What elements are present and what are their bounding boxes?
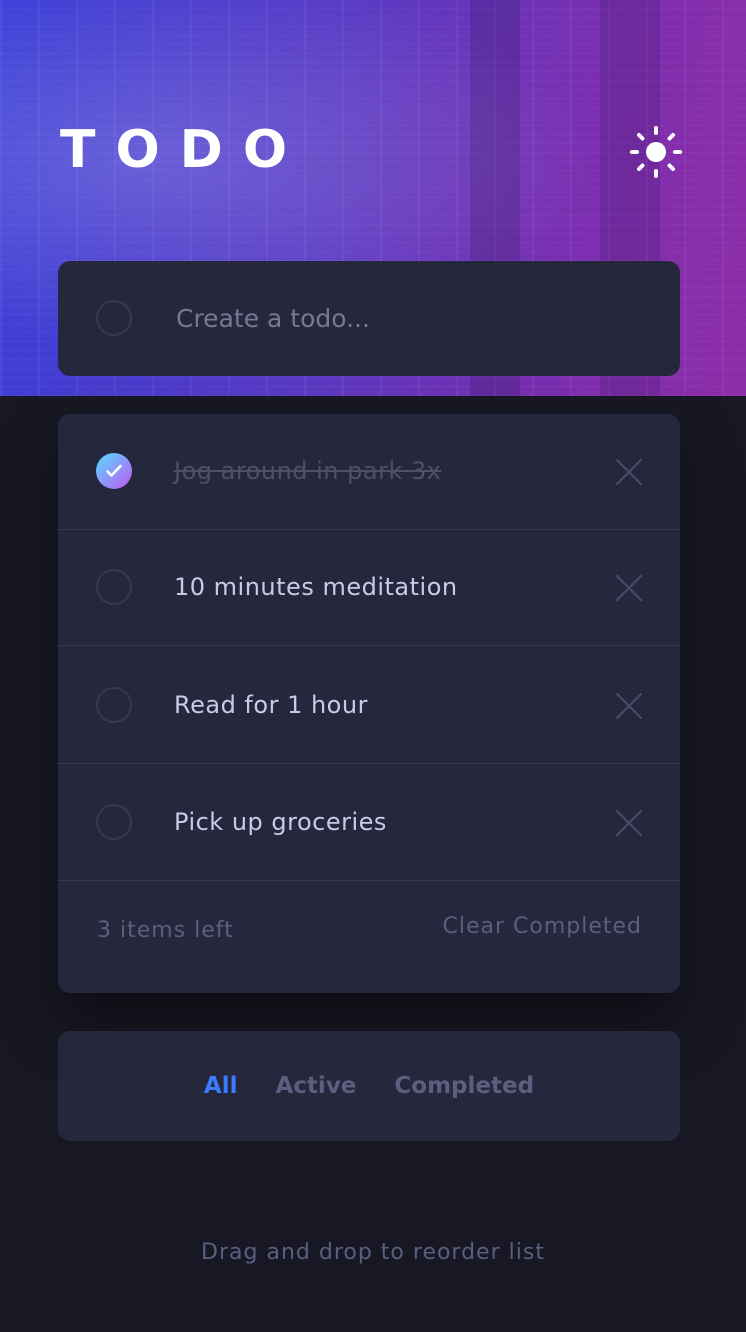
todo-checkbox[interactable] [96, 569, 132, 605]
items-left-count: 3 items left [97, 918, 234, 943]
theme-toggle-button[interactable] [628, 124, 684, 180]
todo-text: Read for 1 hour [174, 691, 368, 719]
filter-all-button[interactable]: All [204, 1073, 238, 1099]
todo-checkbox[interactable] [96, 804, 132, 840]
delete-todo-button[interactable] [615, 809, 643, 837]
delete-todo-button[interactable] [615, 458, 643, 486]
create-todo-card [58, 261, 680, 376]
create-todo-input[interactable] [176, 291, 636, 345]
todo-item[interactable]: Pick up groceries [58, 765, 680, 881]
todo-list-footer: 3 items left Clear Completed [58, 882, 680, 993]
todo-text: Pick up groceries [174, 808, 387, 836]
filter-bar: All Active Completed [58, 1031, 680, 1141]
check-icon [106, 464, 122, 477]
todo-checkbox[interactable] [96, 687, 132, 723]
delete-todo-button[interactable] [615, 574, 643, 602]
app-title: TODO [60, 120, 308, 180]
todo-item[interactable]: Jog around in park 3x [58, 414, 680, 530]
todo-item[interactable]: 10 minutes meditation [58, 530, 680, 646]
close-icon [616, 810, 642, 836]
sun-icon [630, 126, 682, 178]
todo-item[interactable]: Read for 1 hour [58, 648, 680, 764]
filter-active-button[interactable]: Active [276, 1073, 357, 1099]
close-icon [616, 459, 642, 485]
reorder-hint: Drag and drop to reorder list [201, 1240, 545, 1265]
todo-list: Jog around in park 3x 10 minutes meditat… [58, 414, 680, 993]
delete-todo-button[interactable] [615, 692, 643, 720]
todo-text: Jog around in park 3x [174, 457, 442, 485]
todo-text: 10 minutes meditation [174, 573, 458, 601]
todo-checkbox-checked[interactable] [96, 453, 132, 489]
create-todo-checkbox[interactable] [96, 300, 132, 336]
close-icon [616, 693, 642, 719]
filter-completed-button[interactable]: Completed [394, 1073, 534, 1099]
clear-completed-button[interactable]: Clear Completed [442, 914, 642, 939]
close-icon [616, 575, 642, 601]
